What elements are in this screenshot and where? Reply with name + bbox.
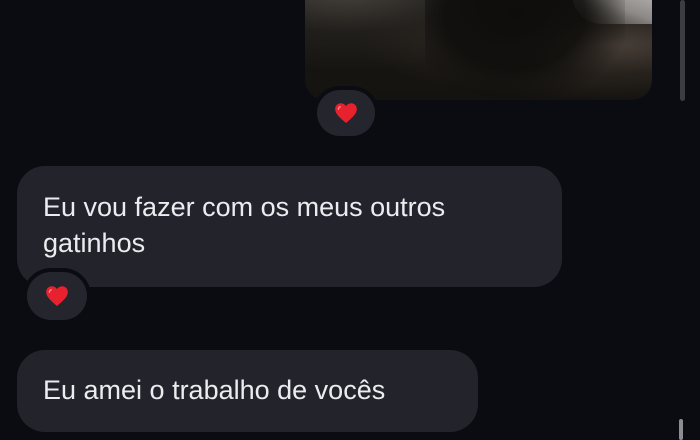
photo-reaction-pill[interactable] xyxy=(317,90,375,136)
message-bubble[interactable]: Eu vou fazer com os meus outros gatinhos xyxy=(17,166,562,287)
heart-icon xyxy=(335,103,357,123)
message-text: Eu amei o trabalho de vocês xyxy=(43,375,386,405)
scrollbar-track[interactable] xyxy=(680,0,685,101)
message-bubble[interactable]: Eu amei o trabalho de vocês xyxy=(17,350,478,432)
scrollbar-thumb[interactable] xyxy=(679,419,683,440)
photo-message[interactable] xyxy=(305,0,652,100)
photo-cat-silhouette xyxy=(425,0,625,100)
heart-icon xyxy=(46,286,68,306)
message-reaction-pill[interactable] xyxy=(27,272,87,320)
message-text: Eu vou fazer com os meus outros gatinhos xyxy=(43,192,446,258)
